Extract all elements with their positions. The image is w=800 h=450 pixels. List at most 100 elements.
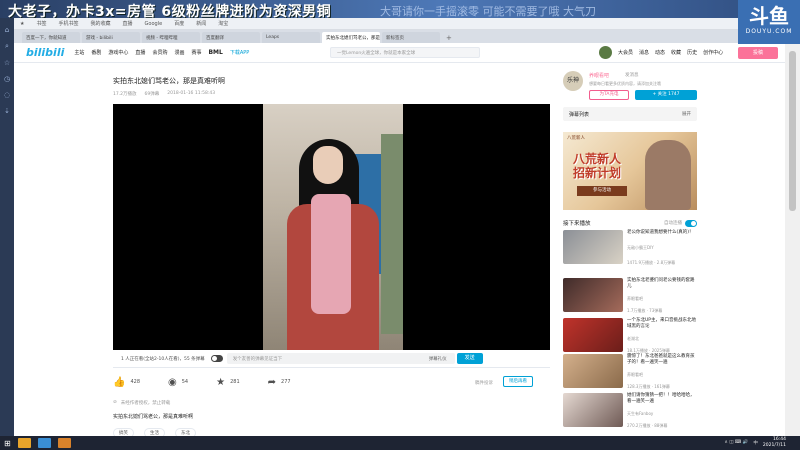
user-link-favorites[interactable]: 收藏 [671,49,681,56]
video-thumbnail[interactable] [563,393,623,427]
tray-icons[interactable]: ∧ ◫ ⌨ 🔊 [724,440,748,445]
download-icon[interactable]: ⇣ [4,107,10,115]
nav-item-anime[interactable]: 番剧 [91,49,101,56]
windows-start-icon[interactable]: ⊞ [4,439,11,448]
share-count: 277 [281,379,291,385]
video-thumbnail[interactable] [563,354,623,388]
user-link-dynamics[interactable]: 动态 [655,49,665,56]
send-danmaku-button[interactable]: 发送 [456,353,483,364]
uploader-name[interactable]: 养眼看吧 [589,72,609,79]
autoplay-control[interactable]: 自动连播 [664,219,697,227]
star-icon[interactable]: ★ [20,21,24,27]
chat-icon[interactable]: ◌ [4,91,10,99]
follow-button[interactable]: + 关注 1747 [635,90,697,100]
taskbar-app-icon[interactable] [17,438,31,448]
video-thumbnail[interactable] [563,230,623,264]
browser-tab[interactable]: 百度一下，你就知道 [22,32,80,43]
browser-tab[interactable]: 游戏 - bilibili [82,32,140,43]
rec-title[interactable]: 实拍东北老婆们问老公要钱的套路儿 [627,278,697,289]
recommended-video[interactable]: 老公你说知道我想要什么(真的)！ 无敌小霸王DIY 1471.9万播放 · 2.… [563,230,697,266]
like-button[interactable]: 👍 428 [113,377,140,388]
douyu-watermark: 斗鱼 DOUYU.COM [738,0,800,44]
rec-uploader[interactable]: 无敌小霸王DIY [627,245,694,251]
recommended-video[interactable]: 震惊了！东北爸爸就是这么教育孩子的！看一遍笑一遍 养眼看吧 128.3万播放 ·… [563,354,697,390]
bookmark-item[interactable]: 淘宝 [218,20,228,27]
bookmark-item[interactable]: 百度 [174,20,184,27]
autoplay-switch[interactable] [685,219,697,227]
expand-link[interactable]: 展开 [682,111,691,117]
browser-tab-active[interactable]: 实拍东北媳们骂老公，那是... [322,32,380,43]
avatar[interactable] [599,46,612,59]
star-icon: ★ [216,376,226,388]
nav-item-live[interactable]: 直播 [135,49,145,56]
danmaku-etiquette-link[interactable]: 弹幕礼仪 [429,356,447,362]
video-thumbnail[interactable] [563,278,623,312]
nav-item-esports[interactable]: 赛事 [191,49,201,56]
taskbar-app-icon[interactable] [57,438,71,448]
uploader-avatar[interactable]: 乐神 [563,71,583,91]
charge-button[interactable]: 为TA充电 [589,90,629,100]
rec-title[interactable]: 一个东北UP主，来口音挑战东北地域黑的言论 [627,318,697,329]
recommended-video[interactable]: 她们请你猜猜一把！！哈哈哈哈，看一遍笑一遍 天生有Fanboy 270.2万播放… [563,393,697,429]
rec-title[interactable]: 震惊了！东北爸爸就是这么教育孩子的！看一遍笑一遍 [627,354,697,365]
nav-item-shop[interactable]: 会员购 [152,49,167,56]
browser-tab[interactable]: 新标签页 [382,32,440,43]
favorite-button[interactable]: ★ 281 [216,377,240,388]
history-icon[interactable]: ◷ [4,75,10,83]
bookmark-icon[interactable]: ☆ [4,59,10,67]
rec-uploader[interactable]: 养眼看吧 [627,372,697,378]
new-tab-icon[interactable]: + [442,34,456,43]
scrollbar-thumb[interactable] [789,51,796,211]
nav-item-download-app[interactable]: 下载APP [230,49,249,56]
nav-item-bml[interactable]: BML [208,49,222,56]
danmaku-list-header[interactable]: 弹幕列表 展开 [563,107,697,121]
ime-indicator[interactable]: 中 [753,440,758,446]
report-link[interactable]: 稿件投诉 [475,380,493,386]
video-thumbnail[interactable] [563,318,623,352]
bookmark-item[interactable]: 手机书签 [59,20,79,27]
search-input[interactable]: 一觉Lemon火遍全球，你就是本家全球 [330,47,480,58]
bookmark-item[interactable]: Google [145,21,163,27]
nav-item-manga[interactable]: 漫画 [174,49,184,56]
user-link-creator[interactable]: 创作中心 [703,49,723,56]
clock[interactable]: 16:44 2021/7/11 [763,437,786,448]
page-scrollbar[interactable] [785,43,800,436]
bookmark-item[interactable]: 我的收藏 [91,20,111,27]
user-link-messages[interactable]: 消息 [639,49,649,56]
rec-uploader[interactable]: 老湖北 [627,336,697,342]
rec-title[interactable]: 老公你说知道我想要什么(真的)！ [627,230,694,236]
browser-tab[interactable]: 百度翻译 [202,32,260,43]
rec-uploader[interactable]: 养眼看吧 [627,296,697,302]
danmaku-input[interactable]: 发个友善的弹幕见证当下 弹幕礼仪 [226,353,455,364]
home-icon[interactable]: ⌂ [5,26,9,34]
user-link-vip[interactable]: 大会员 [618,49,633,56]
watch-later-button[interactable]: 稍后再看 [503,376,533,387]
recommended-video[interactable]: 实拍东北老婆们问老公要钱的套路儿 养眼看吧 1.7万播放 · 73弹幕 [563,278,697,314]
video-frame [263,104,403,350]
send-message-link[interactable]: 发消息 [625,72,639,78]
coin-button[interactable]: ◉ 54 [168,377,188,388]
ad-banner[interactable]: 八荒新人 八荒新人 招新计划 参与活动 [563,132,697,210]
banner-character [645,140,691,210]
nav-item-main[interactable]: 主站 [74,49,84,56]
nav-item-game-center[interactable]: 游戏中心 [108,49,128,56]
browser-tab[interactable]: Leaps [262,32,320,43]
user-link-history[interactable]: 历史 [687,49,697,56]
taskbar-app-icon[interactable] [37,438,51,448]
search-icon[interactable]: ⌕ [5,42,9,51]
rec-title[interactable]: 她们请你猜猜一把！！哈哈哈哈，看一遍笑一遍 [627,393,697,404]
thumbs-up-icon: 👍 [113,376,126,388]
rec-uploader[interactable]: 天生有Fanboy [627,411,697,417]
bilibili-logo[interactable]: bilibili [26,46,64,59]
browser-tab[interactable]: 视频 - 哔哩哔哩 [142,32,200,43]
banner-cta-button[interactable]: 参与活动 [577,186,627,196]
upload-button[interactable]: 投稿 [738,47,778,59]
share-button[interactable]: ➦ 277 [268,377,291,388]
danmaku-toggle[interactable] [210,355,223,362]
bookmark-item[interactable]: 新闻 [196,20,206,27]
bookmark-item[interactable]: 直播 [123,20,133,27]
recommended-video[interactable]: 一个东北UP主，来口音挑战东北地域黑的言论 老湖北 18.1万播放 · 2025… [563,318,697,354]
video-player[interactable] [113,104,550,350]
bookmark-item[interactable]: 书签 [36,20,46,27]
autoplay-label: 自动连播 [664,221,682,226]
